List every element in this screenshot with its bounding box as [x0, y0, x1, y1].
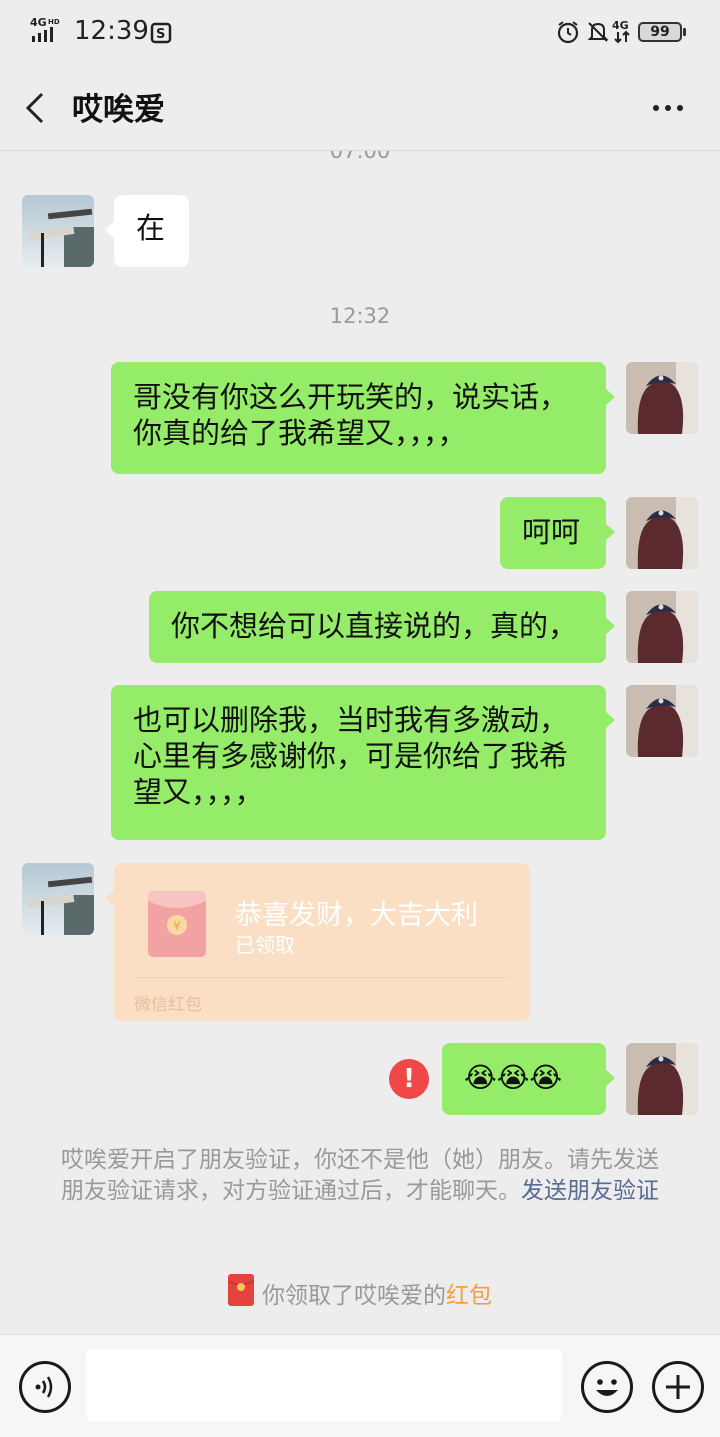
red-packet-divider	[134, 977, 510, 978]
timestamp: 12:32	[329, 304, 391, 328]
message-text: 你不想给可以直接说的，真的，	[171, 609, 578, 643]
timestamp-top: 07:00	[329, 151, 391, 163]
notification-icon: S	[150, 22, 172, 48]
my-avatar[interactable]	[626, 1043, 698, 1115]
more-dots-icon	[653, 105, 683, 111]
signal-icon: 4G HD	[30, 16, 68, 48]
my-avatar[interactable]	[626, 362, 698, 434]
my-avatar-image	[626, 362, 698, 434]
friend-verification-notice: 哎唉爱开启了朋友验证，你还不是他（她）朋友。请先发送朋友验证请求，对方验证通过后…	[50, 1145, 670, 1207]
chevron-left-icon	[25, 92, 44, 124]
network-suffix: HD	[48, 18, 60, 26]
red-packet-status: 已领取	[235, 933, 295, 957]
my-avatar-image	[626, 591, 698, 663]
message-bubble-outgoing[interactable]: 你不想给可以直接说的，真的，	[149, 591, 615, 663]
more-button[interactable]	[646, 90, 690, 126]
red-packet-icon: ¥	[146, 885, 208, 963]
my-avatar-image	[626, 685, 698, 757]
red-packet-card[interactable]: ¥ 恭喜发财，大吉大利 已领取 微信红包	[105, 863, 530, 1021]
message-bubble-outgoing[interactable]: 哥没有你这么开玩笑的，说实话， 你真的给了我希望又，，，，	[111, 362, 615, 474]
send-failed-icon[interactable]: !	[389, 1059, 429, 1099]
red-packet-small-icon	[227, 1274, 255, 1312]
notice-prefix: 你领取了哎唉爱的	[262, 1283, 446, 1309]
voice-button[interactable]	[19, 1361, 71, 1413]
mute-bell-icon	[586, 20, 610, 48]
message-bubble-incoming[interactable]: 在	[105, 195, 189, 267]
emoji-button[interactable]	[581, 1361, 633, 1413]
my-avatar-image	[626, 497, 698, 569]
contact-avatar-image	[22, 195, 94, 267]
emoji-text: 😭😭😭	[464, 1061, 563, 1094]
message-line: 心里有多感谢你，可是你给了我希	[133, 739, 569, 773]
plus-icon	[666, 1375, 690, 1399]
message-text: 呵呵	[522, 515, 581, 549]
send-verification-link[interactable]: 发送朋友验证	[521, 1178, 659, 1204]
red-packet-coin-symbol: ¥	[173, 919, 181, 933]
message-bubble-outgoing[interactable]: 呵呵	[500, 497, 615, 569]
clock: 12:39	[74, 16, 149, 46]
message-input[interactable]	[86, 1349, 562, 1421]
contact-avatar[interactable]	[22, 195, 94, 267]
data-4g-icon: 4G	[612, 18, 634, 50]
svg-text:S: S	[156, 27, 165, 42]
red-packet-received-notice: 你领取了哎唉爱的红包	[0, 1274, 720, 1312]
my-avatar-image	[626, 1043, 698, 1115]
message-line: 你真的给了我希望又，，，，	[133, 416, 467, 450]
battery-icon: 99	[638, 22, 686, 42]
message-line: 也可以删除我，当时我有多激动，	[133, 703, 569, 737]
input-bar	[0, 1334, 720, 1437]
my-avatar[interactable]	[626, 685, 698, 757]
message-line: 哥没有你这么开玩笑的，说实话，	[133, 380, 569, 414]
contact-avatar[interactable]	[22, 863, 94, 935]
back-button[interactable]	[18, 88, 58, 128]
network-label: 4G	[30, 16, 47, 29]
my-avatar[interactable]	[626, 591, 698, 663]
alarm-icon	[556, 20, 580, 48]
my-avatar[interactable]	[626, 497, 698, 569]
chat-header: 哎唉爱	[0, 64, 720, 151]
message-text: 在	[136, 211, 166, 245]
emoji-icon	[596, 1379, 618, 1396]
message-bubble-outgoing[interactable]: 也可以删除我，当时我有多激动， 心里有多感谢你，可是你给了我希 望又，，，，	[111, 685, 615, 840]
contact-avatar-image	[22, 863, 94, 935]
page-title: 哎唉爱	[72, 92, 165, 128]
voice-icon	[35, 1376, 53, 1398]
battery-level: 99	[650, 24, 670, 40]
red-packet-footer: 微信红包	[134, 995, 202, 1015]
red-packet-link[interactable]: 红包	[446, 1283, 492, 1309]
status-bar: 4G HD 12:39 S 4G 99	[0, 0, 720, 64]
network-right-label: 4G	[612, 19, 629, 32]
message-line: 望又，，，，	[133, 775, 264, 809]
message-bubble-outgoing[interactable]: 😭😭😭	[442, 1043, 615, 1115]
red-packet-greeting: 恭喜发财，大吉大利	[235, 900, 478, 931]
more-functions-button[interactable]	[652, 1361, 704, 1413]
